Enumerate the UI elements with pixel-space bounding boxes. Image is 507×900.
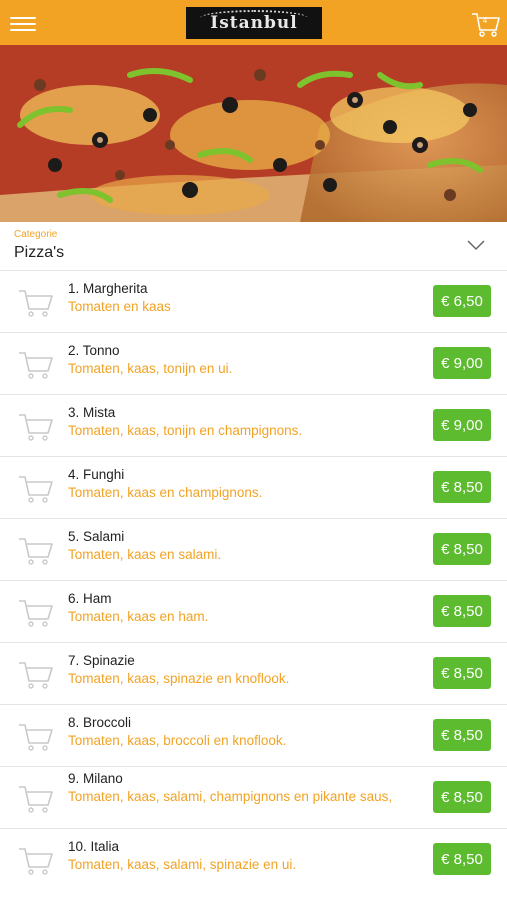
item-name: 2. Tonno bbox=[68, 343, 120, 358]
add-to-cart-icon[interactable] bbox=[17, 409, 55, 443]
item-name: 3. Mista bbox=[68, 405, 116, 420]
category-selector[interactable]: Categorie Pizza's bbox=[0, 222, 507, 268]
item-name: 10. Italia bbox=[68, 839, 120, 854]
category-label: Categorie bbox=[14, 229, 58, 240]
item-description: Tomaten, kaas en ham. bbox=[68, 609, 209, 624]
item-name: 1. Margherita bbox=[68, 281, 148, 296]
item-description: Tomaten, kaas, salami, spinazie en ui. bbox=[68, 857, 297, 872]
item-name: 6. Ham bbox=[68, 591, 112, 606]
item-description: Tomaten, kaas, spinazie en knoflook. bbox=[68, 671, 290, 686]
item-description: Tomaten, kaas en champignons. bbox=[68, 485, 263, 500]
menu-item[interactable]: 10. Italia Tomaten, kaas, salami, spinazi… bbox=[0, 828, 507, 891]
item-name: 9. Milano bbox=[68, 771, 123, 786]
price-button[interactable]: € 8,50 bbox=[433, 843, 491, 875]
add-to-cart-icon[interactable] bbox=[17, 533, 55, 567]
cart-count-badge: 4 bbox=[482, 16, 488, 25]
hamburger-icon bbox=[10, 17, 36, 19]
menu-item[interactable]: 1. Margherita Tomaten en kaas € 6,50 bbox=[0, 270, 507, 333]
menu-button[interactable] bbox=[6, 10, 42, 36]
menu-item[interactable]: 6. Ham Tomaten, kaas en ham. € 8,50 bbox=[0, 580, 507, 643]
item-description: Tomaten en kaas bbox=[68, 299, 171, 314]
hero-pizza-image bbox=[0, 45, 507, 222]
chevron-down-icon[interactable] bbox=[466, 238, 486, 252]
category-value: Pizza's bbox=[14, 244, 65, 261]
menu-item[interactable]: 3. Mista Tomaten, kaas, tonijn en champig… bbox=[0, 394, 507, 457]
menu-item[interactable]: 4. Funghi Tomaten, kaas en champignons. € … bbox=[0, 456, 507, 519]
item-description: Tomaten, kaas, salami, champignons en pi… bbox=[68, 789, 393, 804]
item-description: Tomaten, kaas, broccoli en knoflook. bbox=[68, 733, 287, 748]
price-button[interactable]: € 9,00 bbox=[433, 409, 491, 441]
menu-item[interactable]: 7. Spinazie Tomaten, kaas, spinazie en kn… bbox=[0, 642, 507, 705]
price-button[interactable]: € 8,50 bbox=[433, 595, 491, 627]
item-description: Tomaten, kaas, tonijn en champignons. bbox=[68, 423, 303, 438]
add-to-cart-icon[interactable] bbox=[17, 781, 55, 815]
add-to-cart-icon[interactable] bbox=[17, 843, 55, 877]
item-name: 8. Broccoli bbox=[68, 715, 132, 730]
price-button[interactable]: € 8,50 bbox=[433, 471, 491, 503]
price-button[interactable]: € 8,50 bbox=[433, 533, 491, 565]
top-bar: Istanbul 4 bbox=[0, 0, 507, 45]
menu-item[interactable]: 9. Milano Tomaten, kaas, salami, champign… bbox=[0, 766, 507, 829]
menu-item[interactable]: 8. Broccoli Tomaten, kaas, broccoli en kn… bbox=[0, 704, 507, 767]
add-to-cart-icon[interactable] bbox=[17, 595, 55, 629]
item-description: Tomaten, kaas, tonijn en ui. bbox=[68, 361, 233, 376]
add-to-cart-icon[interactable] bbox=[17, 471, 55, 505]
price-button[interactable]: € 8,50 bbox=[433, 657, 491, 689]
price-button[interactable]: € 9,00 bbox=[433, 347, 491, 379]
menu-item[interactable]: 5. Salami Tomaten, kaas en salami. € 8,50 bbox=[0, 518, 507, 581]
price-button[interactable]: € 8,50 bbox=[433, 719, 491, 751]
add-to-cart-icon[interactable] bbox=[17, 347, 55, 381]
price-button[interactable]: € 8,50 bbox=[433, 781, 491, 813]
logo: Istanbul bbox=[186, 7, 322, 39]
add-to-cart-icon[interactable] bbox=[17, 719, 55, 753]
cart-button[interactable]: 4 bbox=[470, 8, 502, 40]
item-name: 4. Funghi bbox=[68, 467, 125, 482]
price-button[interactable]: € 6,50 bbox=[433, 285, 491, 317]
item-name: 7. Spinazie bbox=[68, 653, 135, 668]
item-description: Tomaten, kaas en salami. bbox=[68, 547, 222, 562]
item-name: 5. Salami bbox=[68, 529, 125, 544]
menu-item[interactable]: 2. Tonno Tomaten, kaas, tonijn en ui. € 9,… bbox=[0, 332, 507, 395]
add-to-cart-icon[interactable] bbox=[17, 657, 55, 691]
add-to-cart-icon[interactable] bbox=[17, 285, 55, 319]
